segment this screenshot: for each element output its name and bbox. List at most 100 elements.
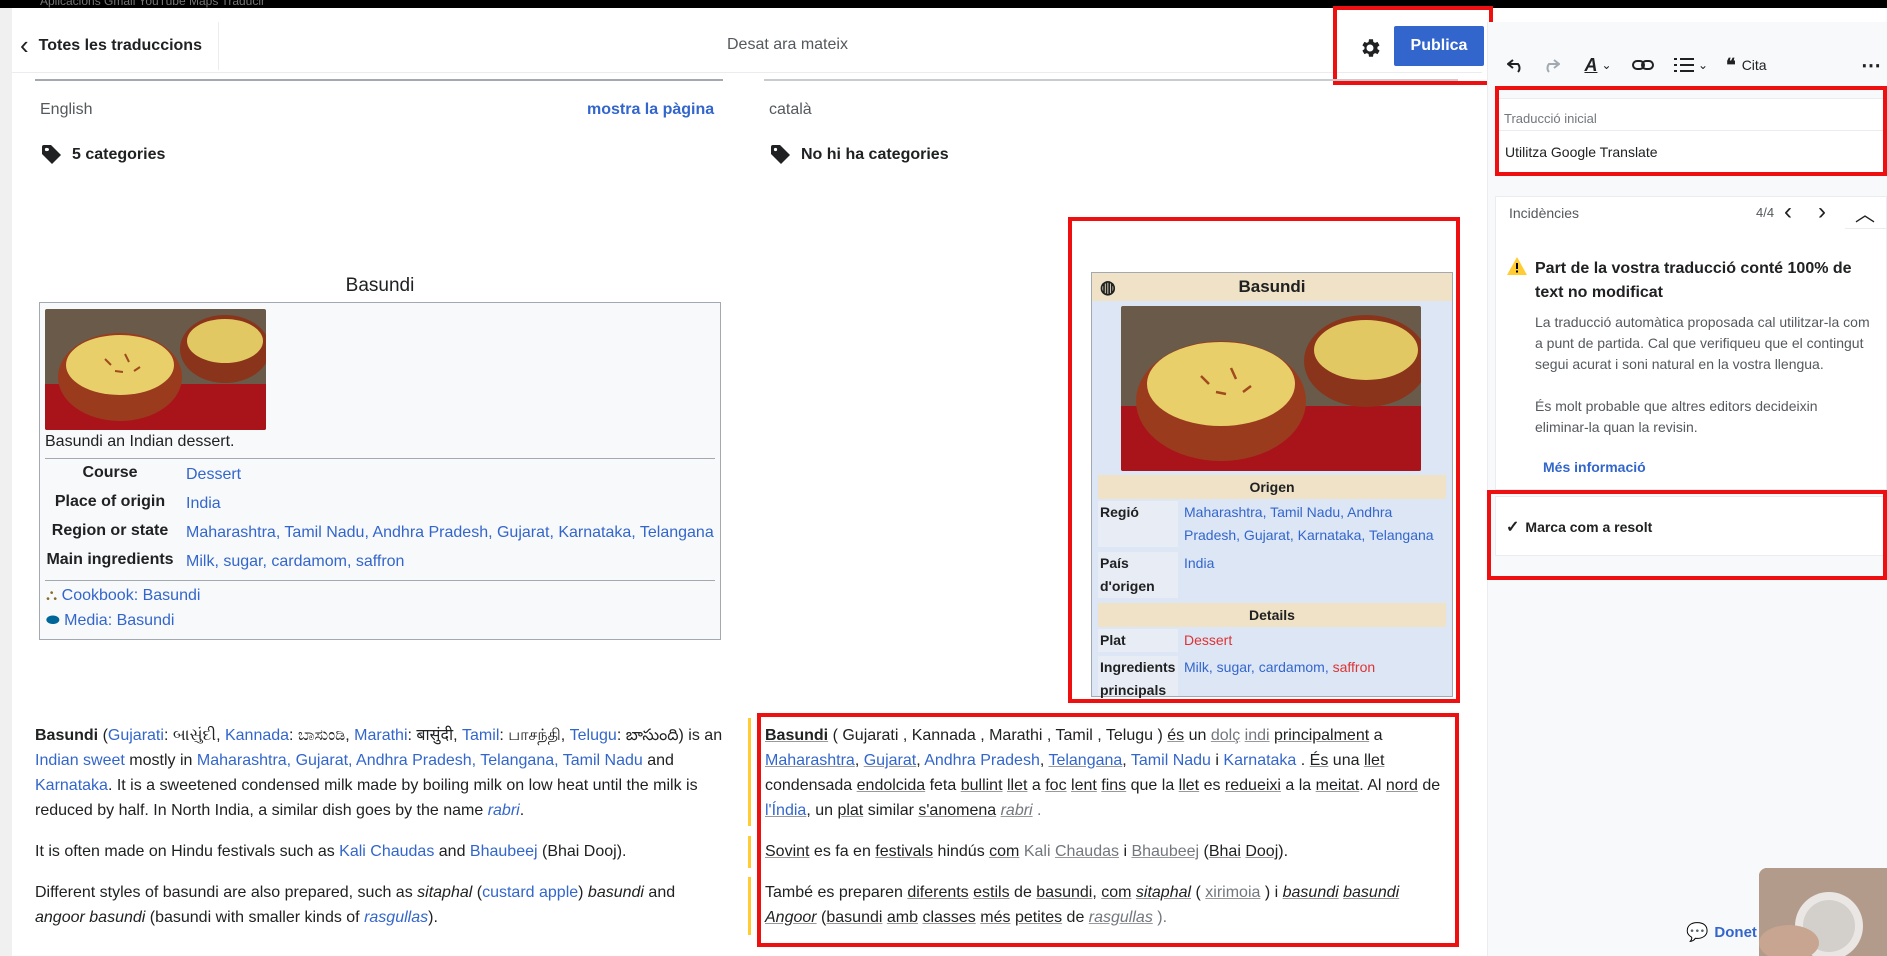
target-categories-label: No hi ha categories [801,146,949,163]
target-categories[interactable]: No hi ha categories [771,145,949,165]
mark-resolved-button[interactable]: ✓ Marca com a resolt [1506,517,1652,537]
country-value[interactable]: India [1184,552,1444,575]
text: de [1417,777,1441,794]
publish-button[interactable]: Publica [1394,26,1484,66]
andhra-link[interactable]: Andhra Pradesh [924,752,1040,769]
kali-chaudas-link[interactable]: Kali Chaudas [339,843,434,860]
bhaubeej-link[interactable]: Bhaubeej [470,843,538,860]
target-infobox[interactable]: ◍ Basundi Origen Regió Maharashtra, Tami… [1091,272,1453,698]
show-page-link[interactable]: mostra la pàgina [587,101,714,119]
indian-sweet-link[interactable]: Indian sweet [35,752,125,769]
target-basundi-image[interactable] [1121,306,1421,471]
dish-value[interactable]: Dessert [1184,629,1444,652]
collapse-icon[interactable]: ︿ [1855,198,1875,227]
media-link[interactable]: ⬬ Media: Basundi [46,612,174,630]
text: ( [98,727,108,744]
tamil-link[interactable]: Tamil [462,727,499,744]
text: de [1062,909,1089,926]
maharashtra-link[interactable]: Maharashtra [765,752,855,769]
target-infobox-title: ◍ Basundi [1092,273,1452,301]
infobox-value-origin[interactable]: India [186,495,221,513]
target-paragraph-3[interactable]: També es preparen diferents estils de ba… [765,880,1455,930]
text: És [1309,752,1329,769]
custard-apple-link[interactable]: custard apple [482,884,578,901]
text: un [1184,727,1211,744]
source-categories[interactable]: 5 categories [42,145,165,165]
text-style-dropdown[interactable]: A ⌄ [1578,50,1618,80]
text: lent [1071,777,1097,794]
text: a [1369,727,1383,744]
rabri-link[interactable]: rabri [488,802,520,819]
infobox-value-course[interactable]: Dessert [186,466,241,484]
warning-icon [1507,257,1527,280]
states-links[interactable]: Maharashtra, Gujarat, Andhra Pradesh, Te… [197,752,643,769]
mt-provider-select[interactable]: Utilitza Google Translate [1505,144,1658,160]
chevron-right-icon[interactable]: › [1818,198,1826,226]
text: ( [1191,884,1206,901]
gujarati-link[interactable]: Gujarati [108,727,164,744]
region-value[interactable]: Maharashtra, Tamil Nadu, Andhra Pradesh,… [1184,501,1444,547]
saffron-link[interactable]: saffron [1333,659,1376,675]
marathi-link[interactable]: Marathi [354,727,407,744]
ingredients-links[interactable]: Milk, sugar, cardamom, [1184,659,1333,675]
text: condensada [765,777,857,794]
text: similar [863,802,919,819]
karnataka-link[interactable]: Karnataka [1223,752,1296,769]
rasgullas-link[interactable]: rasgullas [1089,909,1153,926]
list-dropdown[interactable]: ⌄ [1670,50,1712,80]
telugu-link[interactable]: Telugu [570,727,617,744]
text: Basundi [765,727,829,744]
cite-button[interactable]: ❝ Cita [1726,50,1782,80]
infobox-label-course: Course [82,464,138,481]
kali-link[interactable]: Kali [1019,843,1055,860]
redo-icon[interactable] [1538,50,1564,80]
text: festivals [875,843,934,860]
infobox-label-origin: Place of origin [54,493,166,510]
infobox-value-region[interactable]: Maharashtra, Tamil Nadu, Andhra Pradesh,… [186,524,714,542]
kannada-link[interactable]: Kannada [225,727,289,744]
undo-icon[interactable] [1503,50,1529,80]
bhaubeej-link[interactable]: Bhaubeej [1131,843,1199,860]
commons-icon: ⬬ [46,612,60,629]
bowl-icon: ◍ [1100,277,1116,297]
target-header-rule [764,79,1458,81]
tamilnadu-link[interactable]: Tamil Nadu [1131,752,1211,769]
basundi-image[interactable] [45,309,266,430]
text-style-icon: A [1584,54,1598,75]
target-infobox-title-text: Basundi [1238,277,1306,296]
rasgullas-link[interactable]: rasgullas [364,909,428,926]
cookbook-link[interactable]: ⛬ Cookbook: Basundi [46,587,200,605]
gujarat-link[interactable]: Gujarat [864,752,916,769]
target-paragraph-1[interactable]: Basundi ( Gujarati , Kannada , Marathi ,… [765,723,1455,823]
india-link[interactable]: l'Índia [765,802,806,819]
text: basundi [1282,884,1339,901]
ingredients-label: Ingredients principals [1098,656,1178,698]
rabri-link[interactable]: rabri [1001,802,1033,819]
settings-gear-icon[interactable] [1355,33,1385,63]
text: and [643,884,676,901]
text: . [1296,752,1310,769]
donate-button[interactable]: 💬 Donet [1686,922,1757,943]
video-thumbnail[interactable] [1759,868,1887,956]
text: ( [816,909,827,926]
xirimoia-link[interactable]: xirimoia [1205,884,1260,901]
back-to-translations-button[interactable]: ‹ Totes les traduccions [20,22,219,70]
infobox-value-ingredients[interactable]: Milk, sugar, cardamom, saffron [186,553,404,571]
chaudas-link[interactable]: Chaudas [1055,843,1119,860]
more-info-link[interactable]: Més informació [1543,459,1646,475]
machine-translation-card [1495,98,1887,174]
target-language: català [769,101,812,118]
text: ) [578,884,588,901]
source-paragraph-2: It is often made on Hindu festivals such… [35,839,725,864]
link-icon[interactable] [1628,50,1658,80]
text: i [1119,843,1132,860]
telangana-link[interactable]: Telangana [1048,752,1122,769]
source-language: English [40,101,93,118]
more-options-icon[interactable]: ⋯ [1858,50,1884,80]
chevron-left-icon[interactable]: ‹ [1784,198,1792,226]
text: : ಬಾಸುಂಡಿ, [289,727,355,744]
target-paragraph-2[interactable]: Sovint es fa en festivals hindús com Kal… [765,839,1455,864]
karnataka-link[interactable]: Karnataka [35,777,108,794]
text: que la [1126,777,1179,794]
text: angoor basundi [35,909,146,926]
